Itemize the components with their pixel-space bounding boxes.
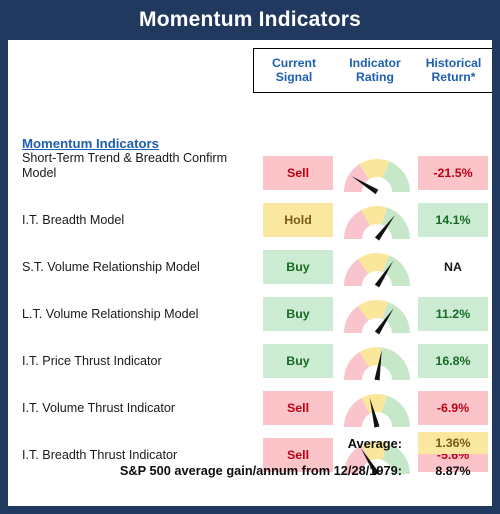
average-value: 1.36%: [418, 432, 488, 454]
indicator-rating-gauge-icon: [341, 297, 413, 335]
indicator-name: Short-Term Trend & Breadth Confirm Model: [22, 151, 228, 180]
indicator-rating-gauge-icon: [341, 344, 413, 382]
indicator-rating-gauge-icon: [341, 391, 413, 429]
indicator-name: S.T. Volume Relationship Model: [22, 260, 200, 274]
column-header-current-signal: Current Signal: [254, 49, 334, 92]
current-signal-badge: Buy: [263, 344, 333, 378]
column-header-indicator-rating-line2: Rating: [356, 70, 394, 84]
page-title: Momentum Indicators: [8, 0, 492, 40]
table-row: Short-Term Trend & Breadth Confirm Model…: [8, 150, 492, 197]
indicator-rating-gauge-icon: [341, 156, 413, 194]
benchmark-label: S&P 500 average gain/annum from 12/28/19…: [119, 463, 402, 478]
current-signal-badge: Buy: [263, 250, 333, 284]
column-header-historical-return: Historical Return*: [416, 49, 491, 92]
current-signal-badge: Hold: [263, 203, 333, 237]
historical-return-badge: 14.1%: [418, 203, 488, 237]
indicator-name: L.T. Volume Relationship Model: [22, 307, 199, 321]
historical-return-badge: 11.2%: [418, 297, 488, 331]
average-row: Average: 1.36%: [8, 432, 492, 456]
column-header-historical-return-line2: Return*: [431, 70, 476, 84]
table-row: I.T. Volume Thrust Indicator Sell -6.9%: [8, 385, 492, 432]
column-header-current-signal-line2: Signal: [275, 70, 313, 84]
current-signal-badge: Sell: [263, 391, 333, 425]
column-header-current-signal-line1: Current: [271, 56, 316, 70]
table-row: I.T. Price Thrust Indicator Buy 16.8%: [8, 338, 492, 385]
table-row: S.T. Volume Relationship Model Buy NA: [8, 244, 492, 291]
historical-return-badge: -6.9%: [418, 391, 488, 425]
indicator-rating-gauge-icon: [341, 250, 413, 288]
indicator-name: I.T. Volume Thrust Indicator: [22, 401, 176, 415]
table-row: I.T. Breadth Model Hold 14.1%: [8, 197, 492, 244]
historical-return-badge: 16.8%: [418, 344, 488, 378]
indicator-name: I.T. Breadth Model: [22, 213, 125, 227]
section-title-momentum-indicators[interactable]: Momentum Indicators: [22, 136, 159, 151]
column-header-indicator-rating: Indicator Rating: [334, 49, 416, 92]
content-card: Current Signal Indicator Rating Historic…: [8, 40, 492, 506]
benchmark-row: S&P 500 average gain/annum from 12/28/19…: [8, 460, 492, 482]
current-signal-badge: Buy: [263, 297, 333, 331]
historical-return-badge: NA: [444, 260, 462, 274]
column-header-box: Current Signal Indicator Rating Historic…: [253, 48, 492, 93]
average-label: Average:: [347, 436, 402, 451]
momentum-indicators-panel: Momentum Indicators Current Signal Indic…: [0, 0, 500, 514]
indicator-rating-gauge-icon: [341, 203, 413, 241]
current-signal-badge: Sell: [263, 156, 333, 190]
indicator-name: I.T. Price Thrust Indicator: [22, 354, 162, 368]
column-header-indicator-rating-line1: Indicator: [349, 56, 401, 70]
table-row: L.T. Volume Relationship Model Buy 11.2%: [8, 291, 492, 338]
benchmark-value: 8.87%: [435, 464, 471, 478]
column-header-historical-return-line1: Historical: [425, 56, 482, 70]
historical-return-badge: -21.5%: [418, 156, 488, 190]
